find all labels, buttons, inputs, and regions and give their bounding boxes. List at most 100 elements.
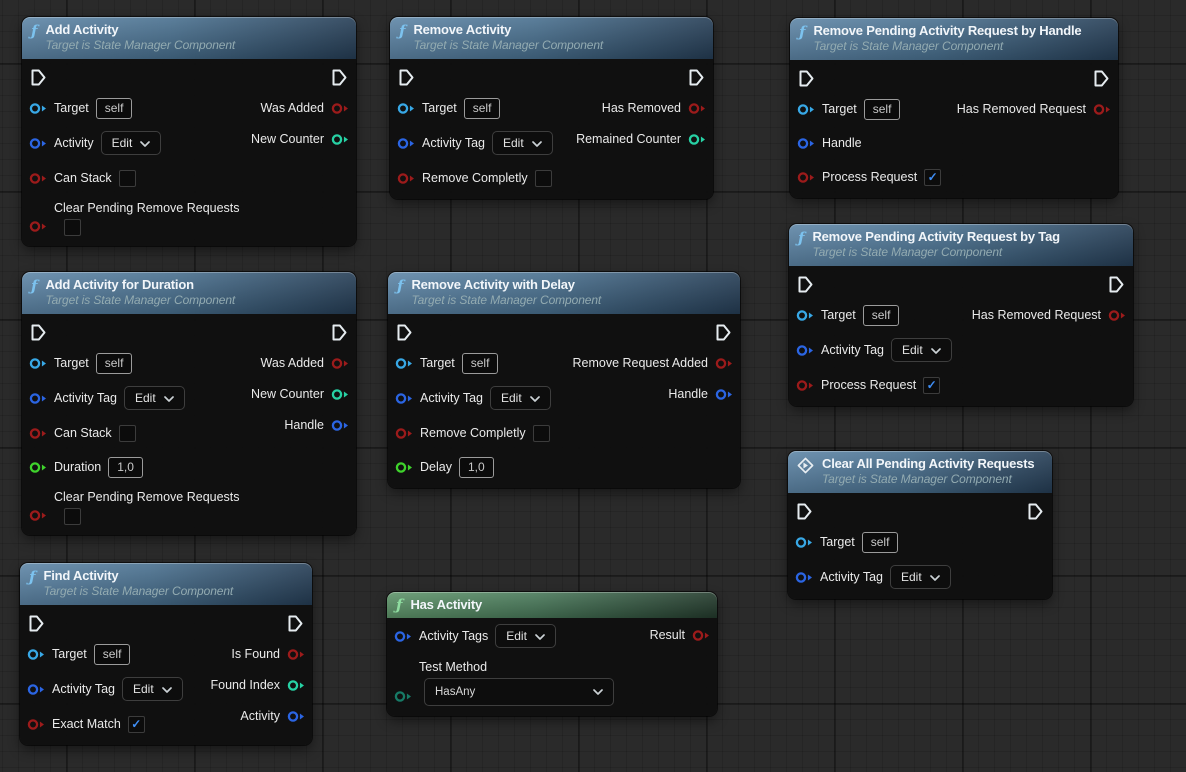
process-request-checkbox[interactable] <box>924 169 941 186</box>
duration-value-textbox[interactable]: 1,0 <box>108 457 143 478</box>
input-pin-target[interactable] <box>27 648 45 661</box>
target-value-textbox[interactable]: self <box>862 532 899 553</box>
input-pin-process-request[interactable] <box>797 171 815 184</box>
activity-tag-dropdown[interactable]: Edit <box>890 565 951 589</box>
input-pin-process-request[interactable] <box>796 379 814 392</box>
input-pin-clear-pending-remove-requests[interactable] <box>29 220 47 233</box>
exec-in-pin[interactable] <box>397 324 412 341</box>
exec-in-pin[interactable] <box>798 276 813 293</box>
input-pin-target[interactable] <box>797 103 815 116</box>
activity-tag-dropdown[interactable]: Edit <box>122 677 183 701</box>
activity-tag-dropdown[interactable]: Edit <box>124 386 185 410</box>
output-pin-handle[interactable] <box>331 419 349 432</box>
input-pin-remove-completly[interactable] <box>395 427 413 440</box>
node-remove-pending-activity-request-by-handle[interactable]: ƒRemove Pending Activity Request by Hand… <box>790 18 1118 198</box>
exec-in-pin[interactable] <box>31 69 46 86</box>
output-pin-remained-counter[interactable] <box>688 133 706 146</box>
activity-dropdown[interactable]: Edit <box>101 131 162 155</box>
exec-in-pin[interactable] <box>31 324 46 341</box>
output-pin-found-index[interactable] <box>287 679 305 692</box>
node-header[interactable]: ƒHas Activity <box>387 592 717 618</box>
input-pin-target[interactable] <box>795 536 813 549</box>
input-pin-delay[interactable] <box>395 461 413 474</box>
activity-tags-dropdown[interactable]: Edit <box>495 624 556 648</box>
exec-out-pin[interactable] <box>689 69 704 86</box>
node-has-activity[interactable]: ƒHas ActivityActivity TagsEditTest Metho… <box>387 592 717 716</box>
input-pin-activity-tag[interactable] <box>27 683 45 696</box>
output-pin-is-found[interactable] <box>287 648 305 661</box>
input-pin-duration[interactable] <box>29 461 47 474</box>
exec-out-pin[interactable] <box>288 615 303 632</box>
node-header[interactable]: ƒRemove ActivityTarget is State Manager … <box>390 17 713 59</box>
activity-tag-dropdown[interactable]: Edit <box>891 338 952 362</box>
node-remove-pending-activity-request-by-tag[interactable]: ƒRemove Pending Activity Request by TagT… <box>789 224 1133 406</box>
can-stack-checkbox[interactable] <box>119 170 136 187</box>
process-request-checkbox[interactable] <box>923 377 940 394</box>
exec-out-pin[interactable] <box>1094 70 1109 87</box>
input-pin-test-method[interactable] <box>394 690 412 703</box>
input-pin-activity-tag[interactable] <box>796 344 814 357</box>
can-stack-checkbox[interactable] <box>119 425 136 442</box>
input-pin-handle[interactable] <box>797 137 815 150</box>
input-pin-target[interactable] <box>395 357 413 370</box>
target-value-textbox[interactable]: self <box>96 353 133 374</box>
node-header[interactable]: Clear All Pending Activity RequestsTarge… <box>788 451 1052 493</box>
node-clear-all-pending-activity-requests[interactable]: Clear All Pending Activity RequestsTarge… <box>788 451 1052 599</box>
clear-pending-remove-requests-checkbox[interactable] <box>64 219 81 236</box>
output-pin-was-added[interactable] <box>331 357 349 370</box>
input-pin-target[interactable] <box>397 102 415 115</box>
output-pin-has-removed-request[interactable] <box>1093 103 1111 116</box>
node-header[interactable]: ƒAdd Activity for DurationTarget is Stat… <box>22 272 356 314</box>
input-pin-activity-tag[interactable] <box>795 571 813 584</box>
target-value-textbox[interactable]: self <box>462 353 499 374</box>
exec-out-pin[interactable] <box>1028 503 1043 520</box>
output-pin-result[interactable] <box>692 629 710 642</box>
output-pin-new-counter[interactable] <box>331 133 349 146</box>
node-add-activity[interactable]: ƒAdd ActivityTarget is State Manager Com… <box>22 17 356 246</box>
remove-completly-checkbox[interactable] <box>533 425 550 442</box>
exec-out-pin[interactable] <box>716 324 731 341</box>
input-pin-can-stack[interactable] <box>29 427 47 440</box>
test-method-dropdown[interactable]: HasAny <box>424 678 614 706</box>
input-pin-activity-tags[interactable] <box>394 630 412 643</box>
output-pin-new-counter[interactable] <box>331 388 349 401</box>
node-header[interactable]: ƒFind ActivityTarget is State Manager Co… <box>20 563 312 605</box>
input-pin-target[interactable] <box>29 357 47 370</box>
exec-out-pin[interactable] <box>1109 276 1124 293</box>
input-pin-can-stack[interactable] <box>29 172 47 185</box>
input-pin-target[interactable] <box>29 102 47 115</box>
input-pin-exact-match[interactable] <box>27 718 45 731</box>
output-pin-activity[interactable] <box>287 710 305 723</box>
activity-tag-dropdown[interactable]: Edit <box>490 386 551 410</box>
activity-tag-dropdown[interactable]: Edit <box>492 131 553 155</box>
exec-out-pin[interactable] <box>332 69 347 86</box>
clear-pending-remove-requests-checkbox[interactable] <box>64 508 81 525</box>
node-header[interactable]: ƒRemove Pending Activity Request by Hand… <box>790 18 1118 60</box>
input-pin-target[interactable] <box>796 309 814 322</box>
exact-match-checkbox[interactable] <box>128 716 145 733</box>
input-pin-activity[interactable] <box>29 137 47 150</box>
node-find-activity[interactable]: ƒFind ActivityTarget is State Manager Co… <box>20 563 312 745</box>
output-pin-remove-request-added[interactable] <box>715 357 733 370</box>
target-value-textbox[interactable]: self <box>464 98 501 119</box>
remove-completly-checkbox[interactable] <box>535 170 552 187</box>
exec-in-pin[interactable] <box>29 615 44 632</box>
node-header[interactable]: ƒAdd ActivityTarget is State Manager Com… <box>22 17 356 59</box>
output-pin-has-removed-request[interactable] <box>1108 309 1126 322</box>
node-remove-activity[interactable]: ƒRemove ActivityTarget is State Manager … <box>390 17 713 199</box>
output-pin-was-added[interactable] <box>331 102 349 115</box>
node-header[interactable]: ƒRemove Pending Activity Request by TagT… <box>789 224 1133 266</box>
input-pin-activity-tag[interactable] <box>395 392 413 405</box>
exec-in-pin[interactable] <box>799 70 814 87</box>
output-pin-handle[interactable] <box>715 388 733 401</box>
input-pin-activity-tag[interactable] <box>29 392 47 405</box>
target-value-textbox[interactable]: self <box>863 305 900 326</box>
node-remove-activity-with-delay[interactable]: ƒRemove Activity with DelayTarget is Sta… <box>388 272 740 488</box>
target-value-textbox[interactable]: self <box>96 98 133 119</box>
node-add-activity-for-duration[interactable]: ƒAdd Activity for DurationTarget is Stat… <box>22 272 356 535</box>
exec-in-pin[interactable] <box>399 69 414 86</box>
output-pin-has-removed[interactable] <box>688 102 706 115</box>
blueprint-graph-canvas[interactable]: ƒAdd ActivityTarget is State Manager Com… <box>0 0 1186 772</box>
target-value-textbox[interactable]: self <box>94 644 131 665</box>
delay-value-textbox[interactable]: 1,0 <box>459 457 494 478</box>
